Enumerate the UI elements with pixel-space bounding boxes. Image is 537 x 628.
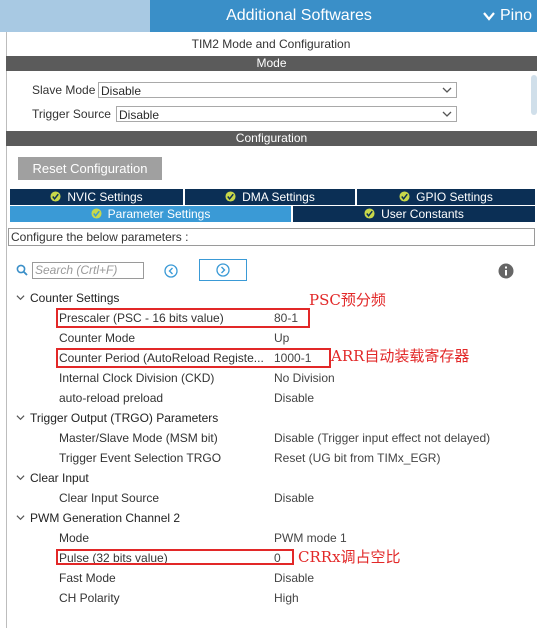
param-name[interactable]: Master/Slave Mode (MSM bit) bbox=[59, 431, 218, 445]
tab-user-constants[interactable]: User Constants bbox=[293, 206, 535, 222]
group-trgo-parameters[interactable]: Trigger Output (TRGO) Parameters bbox=[16, 411, 218, 425]
param-name[interactable]: Clear Input Source bbox=[59, 491, 159, 505]
psc-annotation: PSC预分频 bbox=[309, 291, 386, 309]
chevron-down-icon bbox=[16, 475, 25, 481]
trigger-source-value: Disable bbox=[119, 108, 160, 122]
chevron-down-icon bbox=[16, 415, 25, 421]
param-name[interactable]: Counter Mode bbox=[59, 331, 135, 345]
prescaler-highlight-box bbox=[56, 308, 310, 328]
tab-user-constants-label: User Constants bbox=[381, 207, 464, 221]
search-icon bbox=[16, 264, 28, 276]
check-circle-icon bbox=[50, 191, 61, 202]
group-clear-input[interactable]: Clear Input bbox=[16, 471, 89, 485]
param-name[interactable]: Mode bbox=[59, 531, 89, 545]
tab-gpio-settings[interactable]: GPIO Settings bbox=[357, 189, 535, 205]
pinout-label: Pino bbox=[500, 7, 533, 24]
tab-parameter-label: Parameter Settings bbox=[107, 207, 211, 221]
chevron-down-icon bbox=[483, 12, 495, 21]
pinout-menu[interactable]: Pino bbox=[482, 0, 532, 32]
param-value[interactable]: High bbox=[274, 591, 299, 605]
check-circle-icon bbox=[225, 191, 236, 202]
arr-annotation: ARR自动装载寄存器 bbox=[331, 347, 470, 365]
additional-softwares-tab[interactable]: Additional Softwares bbox=[150, 0, 448, 32]
top-bar-left-strip bbox=[0, 0, 150, 32]
param-name[interactable]: CH Polarity bbox=[59, 591, 120, 605]
param-value[interactable]: PWM mode 1 bbox=[274, 531, 347, 545]
param-value[interactable]: Disable bbox=[274, 571, 314, 585]
group-pwm-channel-2[interactable]: PWM Generation Channel 2 bbox=[16, 511, 180, 525]
param-name[interactable]: Trigger Event Selection TRGO bbox=[59, 451, 221, 465]
param-value[interactable]: Disable (Trigger input effect not delaye… bbox=[274, 431, 490, 445]
group-title: Trigger Output (TRGO) Parameters bbox=[30, 411, 219, 425]
top-bar: Additional Softwares Pino bbox=[0, 0, 537, 32]
slave-mode-label: Slave Mode bbox=[32, 83, 96, 97]
trigger-source-select[interactable]: Disable bbox=[116, 106, 457, 122]
reset-configuration-button[interactable]: Reset Configuration bbox=[18, 157, 162, 180]
chevron-down-icon bbox=[16, 295, 25, 301]
tab-dma-settings[interactable]: DMA Settings bbox=[185, 189, 355, 205]
check-circle-icon bbox=[399, 191, 410, 202]
param-name[interactable]: auto-reload preload bbox=[59, 391, 163, 405]
param-value[interactable]: Reset (UG bit from TIMx_EGR) bbox=[274, 451, 440, 465]
chevron-down-icon bbox=[442, 111, 452, 117]
param-name[interactable]: Fast Mode bbox=[59, 571, 116, 585]
tab-nvic-settings[interactable]: NVIC Settings bbox=[10, 189, 183, 205]
param-value[interactable]: Up bbox=[274, 331, 289, 345]
configure-hint: Configure the below parameters : bbox=[8, 228, 535, 246]
tab-nvic-label: NVIC Settings bbox=[67, 190, 143, 204]
tab-gpio-label: GPIO Settings bbox=[416, 190, 493, 204]
chevron-down-icon bbox=[16, 515, 25, 521]
chevron-down-icon bbox=[442, 87, 452, 93]
trigger-source-label: Trigger Source bbox=[32, 107, 111, 121]
info-icon[interactable] bbox=[498, 263, 514, 279]
group-counter-settings[interactable]: Counter Settings bbox=[16, 291, 119, 305]
pulse-highlight-box bbox=[56, 549, 294, 565]
search-input[interactable]: Search (Crtl+F) bbox=[32, 262, 144, 279]
param-value[interactable]: Disable bbox=[274, 391, 314, 405]
panel-title: TIM2 Mode and Configuration bbox=[191, 37, 351, 51]
param-value[interactable]: No Division bbox=[274, 371, 335, 385]
panel-left-border bbox=[6, 32, 7, 628]
previous-arrow-icon[interactable] bbox=[164, 264, 178, 278]
counter-period-highlight-box bbox=[56, 348, 331, 368]
param-value[interactable]: Disable bbox=[274, 491, 314, 505]
tab-dma-label: DMA Settings bbox=[242, 190, 315, 204]
tab-parameter-settings[interactable]: Parameter Settings bbox=[10, 206, 291, 222]
mode-scrollbar[interactable] bbox=[531, 75, 537, 115]
group-title: Clear Input bbox=[30, 471, 89, 485]
next-button[interactable] bbox=[199, 259, 247, 281]
slave-mode-value: Disable bbox=[101, 84, 142, 98]
group-title: PWM Generation Channel 2 bbox=[30, 511, 181, 525]
check-circle-icon bbox=[364, 208, 375, 219]
crr-annotation: CRRx调占空比 bbox=[298, 548, 401, 566]
group-title: Counter Settings bbox=[30, 291, 120, 305]
slave-mode-select[interactable]: Disable bbox=[98, 82, 457, 98]
param-name[interactable]: Internal Clock Division (CKD) bbox=[59, 371, 214, 385]
mode-section-header: Mode bbox=[6, 56, 537, 71]
next-arrow-icon bbox=[216, 263, 230, 277]
configuration-section-header: Configuration bbox=[6, 131, 537, 146]
check-circle-icon bbox=[91, 208, 102, 219]
